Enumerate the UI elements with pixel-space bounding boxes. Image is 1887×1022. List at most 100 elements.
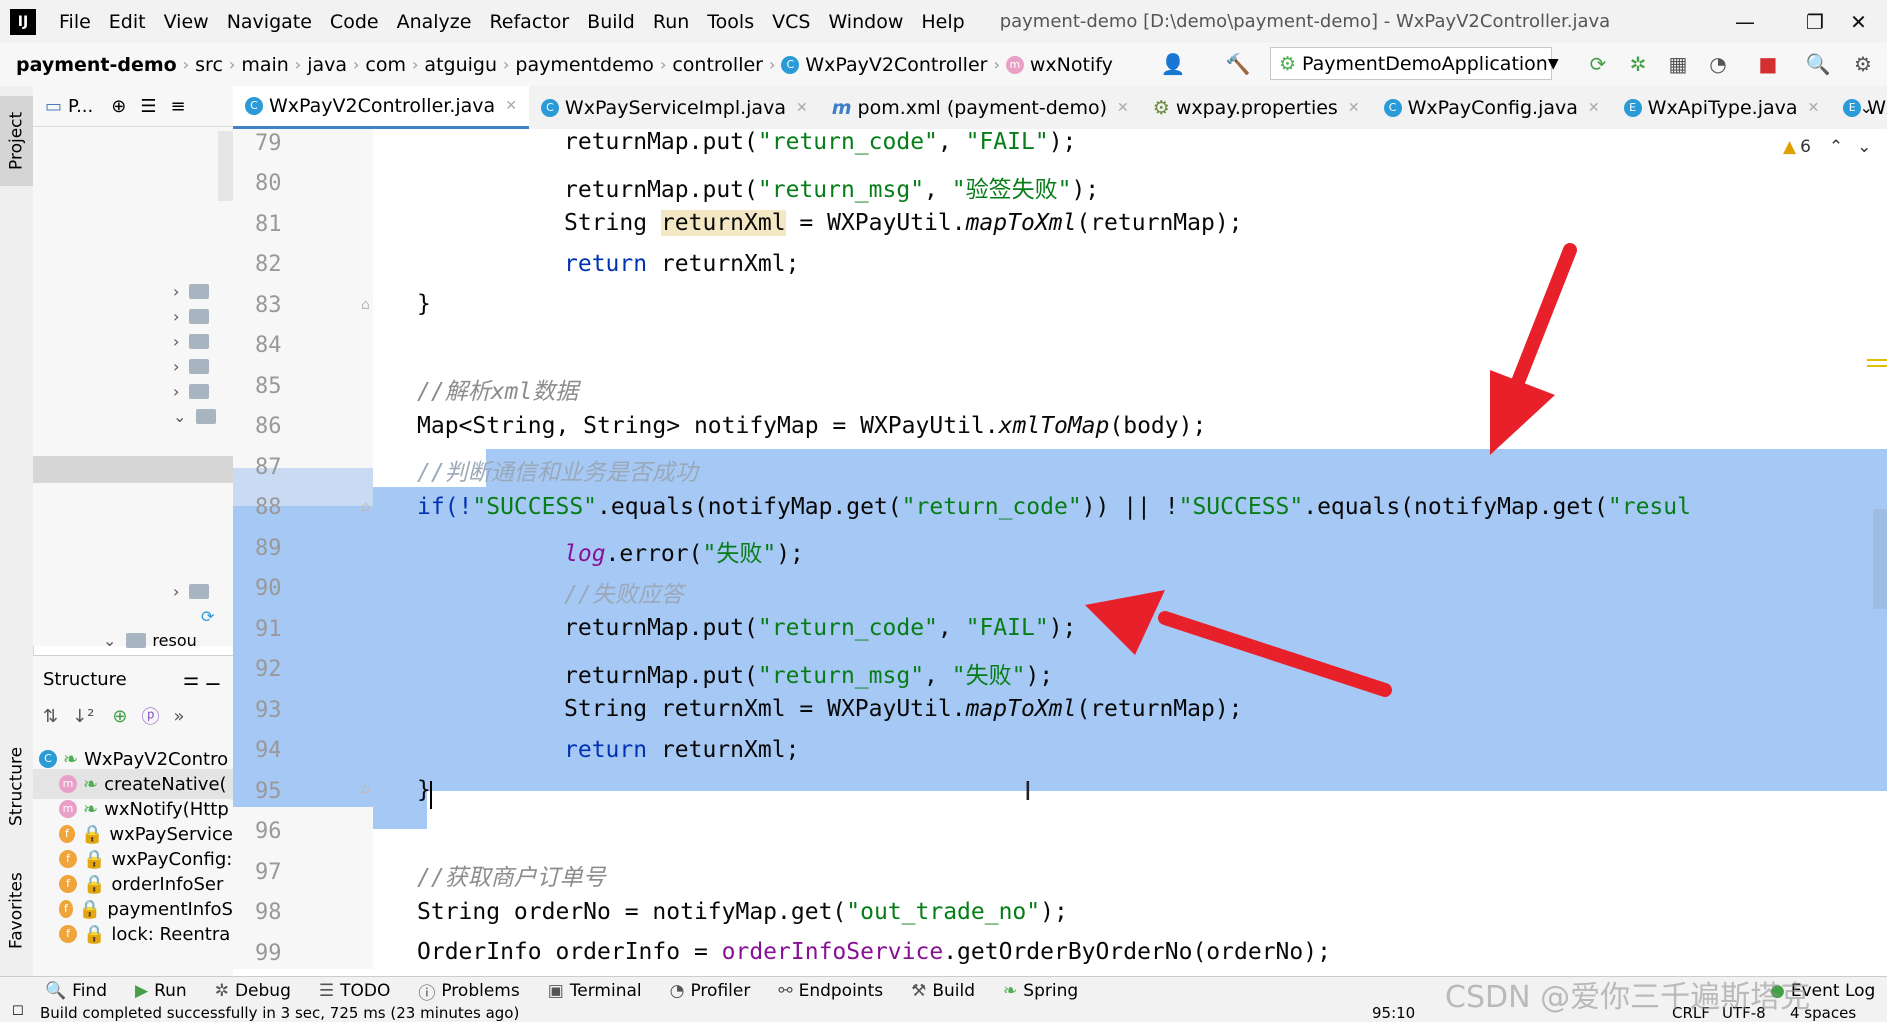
chevron-down-icon[interactable]: ⌄ — [1857, 137, 1871, 157]
structure-item[interactable]: f 🔒 lock: Reentra — [33, 919, 233, 949]
menu-help[interactable]: Help — [912, 11, 973, 33]
structure-tool-tab[interactable]: Structure — [0, 726, 33, 846]
problems-tool-button[interactable]: ⓘ Problems — [418, 979, 519, 1004]
breadcrumb-src[interactable]: src — [189, 54, 229, 76]
code-line-98: String orderNo = notifyMap.get("out_trad… — [417, 899, 1068, 925]
show-properties-icon[interactable]: ⓟ — [142, 703, 160, 729]
tab-wxpayconfig[interactable]: C WxPayConfig.java ✕ — [1372, 86, 1612, 129]
tree-folder-row[interactable]: › — [173, 329, 210, 353]
minimize-button[interactable]: — — [1715, 0, 1775, 43]
project-view-label[interactable]: P... — [68, 96, 93, 117]
editor-scrollbar-thumb[interactable] — [1873, 509, 1887, 609]
settings-icon[interactable]: ⚙ — [1850, 51, 1876, 77]
breadcrumb-main[interactable]: main — [235, 54, 294, 76]
breadcrumb-method[interactable]: m wxNotify — [1000, 54, 1119, 76]
more-icon[interactable]: » — [174, 706, 185, 727]
fold-end-icon[interactable]: ⌂ — [361, 297, 370, 313]
project-scrollbar[interactable] — [218, 131, 233, 201]
tab-wxpay-properties[interactable]: ⚙ wxpay.properties ✕ — [1141, 86, 1372, 129]
close-icon[interactable]: ✕ — [796, 100, 808, 116]
menu-file[interactable]: File — [50, 11, 100, 33]
menu-build[interactable]: Build — [578, 11, 644, 33]
collapse-all-icon[interactable]: ≡ — [170, 96, 185, 117]
menu-run[interactable]: Run — [644, 11, 698, 33]
tree-folder-row[interactable]: › — [173, 279, 210, 303]
tab-label: WxApiType.java — [1647, 96, 1798, 119]
tree-folder-row[interactable]: › — [173, 354, 210, 378]
tree-resources-row[interactable]: ⌄ resou — [103, 628, 197, 652]
code-method: xmlToMap — [998, 413, 1110, 439]
sort-alpha-icon[interactable]: ↓² — [72, 706, 94, 727]
tab-wxpayserviceimpl[interactable]: C WxPayServiceImpl.java ✕ — [529, 86, 820, 129]
menu-analyze[interactable]: Analyze — [388, 11, 481, 33]
terminal-tool-button[interactable]: ▣ Terminal — [548, 981, 642, 1001]
close-icon[interactable]: ✕ — [1348, 100, 1360, 116]
sort-visibility-icon[interactable]: ⇅ — [43, 706, 58, 727]
breadcrumb-project[interactable]: payment-demo — [10, 54, 183, 76]
fold-end-icon[interactable]: ⌂ — [361, 781, 370, 797]
tree-folder-row[interactable]: › — [173, 379, 210, 403]
stop-icon[interactable]: ■ — [1755, 51, 1781, 77]
expand-all-icon[interactable]: ☰ — [140, 96, 156, 117]
fold-start-icon[interactable]: ⌂ — [361, 499, 370, 515]
menu-view[interactable]: View — [155, 11, 218, 33]
chevron-up-icon[interactable]: ⌃ — [1829, 137, 1843, 157]
breadcrumb-class[interactable]: C WxPayV2Controller — [775, 54, 993, 76]
structure-settings-icon[interactable]: ⚌ ⚊ — [183, 664, 233, 694]
tab-list-chevron-icon[interactable]: ⌄ — [1860, 98, 1873, 117]
debug-icon[interactable]: ✲ — [1625, 51, 1651, 77]
menu-tools[interactable]: Tools — [698, 11, 763, 33]
breadcrumb-com[interactable]: com — [359, 54, 412, 76]
code-line-91: returnMap.put("return_code", "FAIL"); — [564, 615, 1076, 641]
code-string: "return_code" — [757, 615, 938, 641]
menu-refactor[interactable]: Refactor — [480, 11, 578, 33]
menu-navigate[interactable]: Navigate — [218, 11, 321, 33]
tree-folder-row[interactable]: › — [173, 579, 210, 603]
tree-folder-row[interactable]: › — [173, 304, 210, 328]
close-icon[interactable]: ✕ — [505, 98, 517, 114]
tree-selected-row[interactable] — [33, 456, 233, 483]
run-tool-button[interactable]: ▶ Run — [135, 981, 187, 1001]
close-icon[interactable]: ✕ — [1117, 100, 1129, 116]
close-icon[interactable]: ✕ — [1588, 100, 1600, 116]
scrollbar-marker — [1867, 359, 1887, 361]
breadcrumb-atguigu[interactable]: atguigu — [418, 54, 503, 76]
coverage-icon[interactable]: ▦ — [1665, 51, 1691, 77]
spring-tool-button[interactable]: ❧ Spring — [1003, 981, 1078, 1001]
build-hammer-icon[interactable]: 🔨 — [1225, 51, 1251, 77]
status-toggle-icon[interactable]: ☐ — [12, 1004, 24, 1019]
close-window-button[interactable]: ✕ — [1830, 0, 1887, 43]
breadcrumb-controller[interactable]: controller — [666, 54, 769, 76]
favorites-tool-tab[interactable]: Favorites — [0, 856, 33, 966]
tree-folder-row[interactable]: ⌄ — [173, 404, 217, 428]
show-inherited-icon[interactable]: ⊕ — [112, 706, 127, 727]
close-icon[interactable]: ✕ — [1808, 100, 1820, 116]
breadcrumb-java[interactable]: java — [301, 54, 353, 76]
tab-pom-xml[interactable]: m pom.xml (payment-demo) ✕ — [820, 86, 1141, 129]
search-icon[interactable]: 🔍 — [1805, 51, 1831, 77]
endpoints-tool-button[interactable]: ⚯ Endpoints — [778, 981, 883, 1001]
rerun-icon[interactable]: ⟳ — [1585, 51, 1611, 77]
tab-wxapitype[interactable]: E WxApiType.java ✕ — [1612, 86, 1832, 129]
todo-tool-button[interactable]: ☰ TODO — [319, 981, 391, 1001]
structure-item-label: wxNotify(Http — [104, 798, 229, 820]
user-icon[interactable]: 👤 — [1160, 51, 1186, 77]
menu-vcs[interactable]: VCS — [763, 11, 819, 33]
menu-edit[interactable]: Edit — [100, 11, 155, 33]
line-number: 86 — [255, 414, 282, 439]
inspection-widget[interactable]: ▲ 6 ⌃ ⌄ — [1783, 137, 1871, 157]
project-tool-tab[interactable]: Project — [0, 96, 33, 186]
locate-icon[interactable]: ⊕ — [111, 96, 126, 117]
find-tool-button[interactable]: 🔍 Find — [45, 981, 107, 1001]
profiler-tool-button[interactable]: ◔ Profiler — [670, 981, 751, 1001]
build-tool-button[interactable]: ⚒ Build — [911, 981, 975, 1001]
profiler-icon[interactable]: ◔ — [1705, 51, 1731, 77]
menu-window[interactable]: Window — [819, 11, 912, 33]
code-editor[interactable]: returnMap.put("return_code", "FAIL"); re… — [373, 129, 1887, 969]
debug-tool-button[interactable]: ✲ Debug — [215, 981, 291, 1001]
run-configuration-select[interactable]: ⚙ PaymentDemoApplication ▼ — [1270, 47, 1559, 80]
menu-code[interactable]: Code — [321, 11, 388, 33]
breadcrumb-paymentdemo[interactable]: paymentdemo — [509, 54, 660, 76]
tab-wxpayv2controller[interactable]: C WxPayV2Controller.java ✕ — [233, 86, 529, 129]
caret-position[interactable]: 95:10 — [1372, 1004, 1415, 1022]
